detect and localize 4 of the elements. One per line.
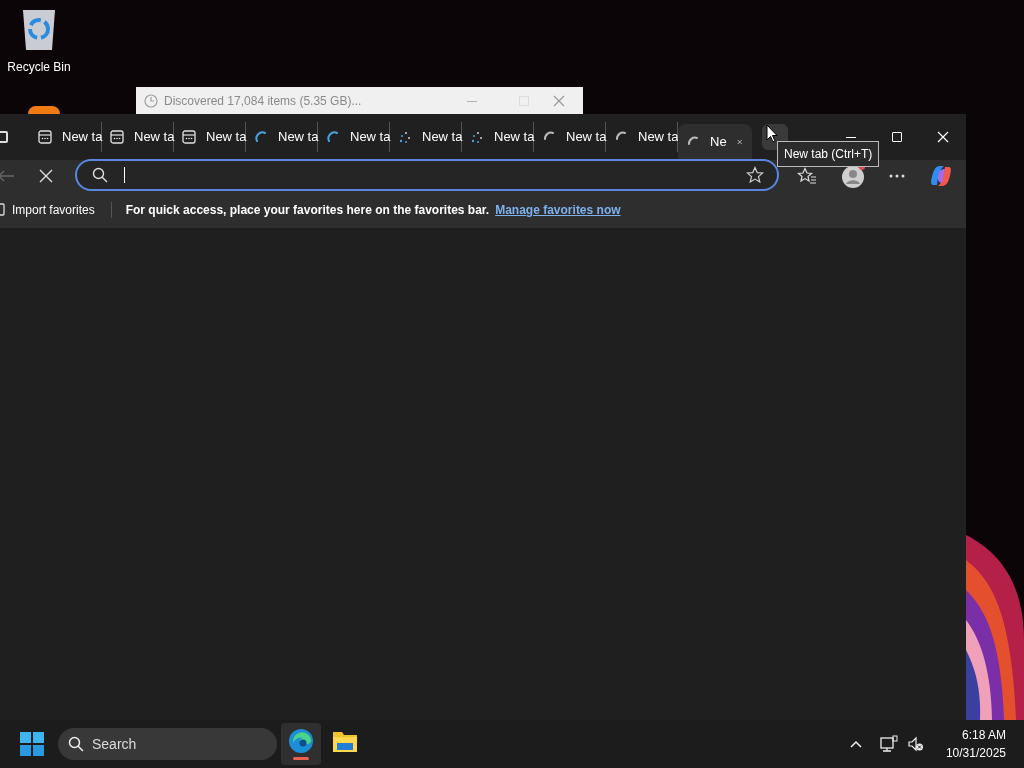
favorites-bar-message: For quick access, place your favorites here on the favorites bar.	[125, 202, 490, 219]
tooltip: New tab (Ctrl+T)	[777, 141, 880, 167]
icon-label: Recycle Bin	[7, 59, 71, 76]
window-title: Discovered 17,084 items (5.35 GB)...	[164, 93, 363, 110]
